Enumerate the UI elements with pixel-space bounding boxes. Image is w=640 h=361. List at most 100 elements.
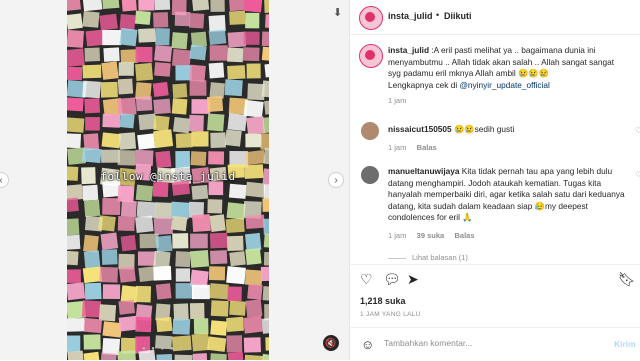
sticky-note <box>191 131 209 147</box>
sticky-note <box>227 47 244 63</box>
comment-username[interactable]: nissaicut150505 <box>388 124 452 134</box>
sticky-note <box>245 12 260 29</box>
add-comment-input[interactable] <box>384 338 584 348</box>
sticky-note <box>174 354 193 360</box>
post-header: insta_julid • Diikuti <box>350 0 640 35</box>
sticky-note <box>227 113 247 132</box>
comment-like-heart-icon[interactable]: ♡ <box>635 170 640 179</box>
sticky-note <box>67 197 79 213</box>
sticky-note <box>174 11 191 27</box>
sticky-note <box>67 133 82 149</box>
sticky-note <box>171 32 188 50</box>
sticky-note <box>209 214 226 232</box>
sticky-note <box>175 65 192 81</box>
sticky-note <box>120 235 137 252</box>
sticky-note <box>136 201 157 218</box>
sticky-note <box>152 181 169 198</box>
sticky-note <box>243 354 264 360</box>
sticky-note <box>83 234 99 253</box>
sticky-note <box>67 318 85 332</box>
sticky-note <box>118 266 136 283</box>
sticky-note <box>175 251 191 268</box>
post-caption: insta_julid :A eril pasti melihat ya .. … <box>388 45 618 107</box>
sticky-note <box>210 0 225 12</box>
sticky-note <box>102 197 121 216</box>
sticky-note <box>191 0 210 12</box>
sticky-note <box>228 183 247 199</box>
likes-count[interactable]: 1,218 suka <box>360 296 406 306</box>
header-separator: • <box>436 10 440 20</box>
comment-likes-count[interactable]: 39 suka <box>417 231 445 240</box>
caption-mention-link[interactable]: @nyinyir_update_official <box>460 80 550 90</box>
sticky-note <box>67 97 84 112</box>
sticky-note <box>67 29 85 48</box>
sticky-note <box>175 268 191 282</box>
carousel-next-icon[interactable]: › <box>328 172 344 188</box>
sticky-note <box>191 214 211 233</box>
emoji-icon[interactable]: ☺ <box>361 337 374 352</box>
sticky-note <box>119 27 138 47</box>
view-replies-button[interactable]: Lihat balasan (1) <box>388 253 468 262</box>
sticky-note <box>246 63 261 79</box>
sticky-note <box>175 133 193 149</box>
sticky-note <box>189 44 207 61</box>
sticky-note <box>67 117 85 133</box>
sticky-note <box>102 113 121 128</box>
sticky-note <box>172 83 188 99</box>
sticky-note <box>82 0 103 12</box>
sticky-note <box>153 129 174 149</box>
share-icon[interactable]: ➤ <box>407 271 419 288</box>
sticky-note <box>153 115 170 132</box>
sticky-note <box>227 351 244 360</box>
post-timestamp: 1 JAM YANG LALU <box>360 311 421 318</box>
caption-line2: Lengkapnya cek di <box>388 79 460 90</box>
download-icon[interactable]: ⬇ <box>333 6 342 19</box>
sticky-note <box>153 216 174 236</box>
sticky-note <box>175 283 194 299</box>
follow-status-button[interactable]: Diikuti <box>444 11 472 21</box>
comment-icon[interactable]: 💬︎ <box>383 271 401 288</box>
commenter-avatar[interactable] <box>361 122 379 140</box>
sticky-note <box>134 10 151 25</box>
sticky-note <box>224 79 243 97</box>
sticky-note <box>135 285 152 303</box>
comment-item: nissaicut150505 😢😢sedih gusti 1 jam Bala… <box>388 124 628 153</box>
sticky-note <box>206 96 224 113</box>
heart-icon[interactable]: ♡ <box>360 271 373 288</box>
sticky-note <box>191 184 209 200</box>
sticky-note <box>261 46 269 62</box>
sticky-note <box>135 184 154 202</box>
caption-avatar[interactable] <box>359 44 383 68</box>
sticky-note <box>155 202 172 220</box>
sticky-note <box>244 269 263 286</box>
sticky-note <box>98 215 116 232</box>
author-avatar[interactable] <box>359 6 383 30</box>
post-comment-button[interactable]: Kirim <box>614 339 636 349</box>
sticky-note <box>247 283 263 300</box>
comment-reply-button[interactable]: Balas <box>455 231 475 240</box>
comment-time: 1 jam <box>388 142 407 152</box>
comment-username[interactable]: manueltanuwijaya <box>388 166 459 176</box>
sticky-note <box>156 354 173 360</box>
comment-item: manueltanuwijaya Kita tidak pernah tau a… <box>388 166 628 241</box>
bookmark-icon[interactable]: 🔖︎ <box>618 271 636 288</box>
sticky-note <box>229 251 246 267</box>
comment-like-heart-icon[interactable]: ♡ <box>635 126 640 135</box>
sticky-note <box>120 200 137 218</box>
sticky-note <box>135 215 154 234</box>
commenter-avatar[interactable] <box>361 166 379 184</box>
sticky-note <box>117 216 135 232</box>
sticky-note <box>103 47 120 62</box>
sticky-note <box>173 303 189 321</box>
comment-reply-button[interactable]: Balas <box>417 143 437 152</box>
sticky-note <box>100 81 118 98</box>
sticky-note <box>120 285 138 303</box>
author-username[interactable]: insta_julid <box>388 11 433 21</box>
carousel-dots: ● ● ● ● ● ● <box>141 346 195 352</box>
mute-icon[interactable]: 🔇 <box>323 335 339 351</box>
sticky-note <box>171 48 192 68</box>
sticky-note <box>190 151 207 166</box>
post-media[interactable]: follow @insta_julid ● ● ● ● ● ● <box>67 0 269 360</box>
sticky-note <box>172 318 191 335</box>
caption-username[interactable]: insta_julid <box>388 45 429 55</box>
